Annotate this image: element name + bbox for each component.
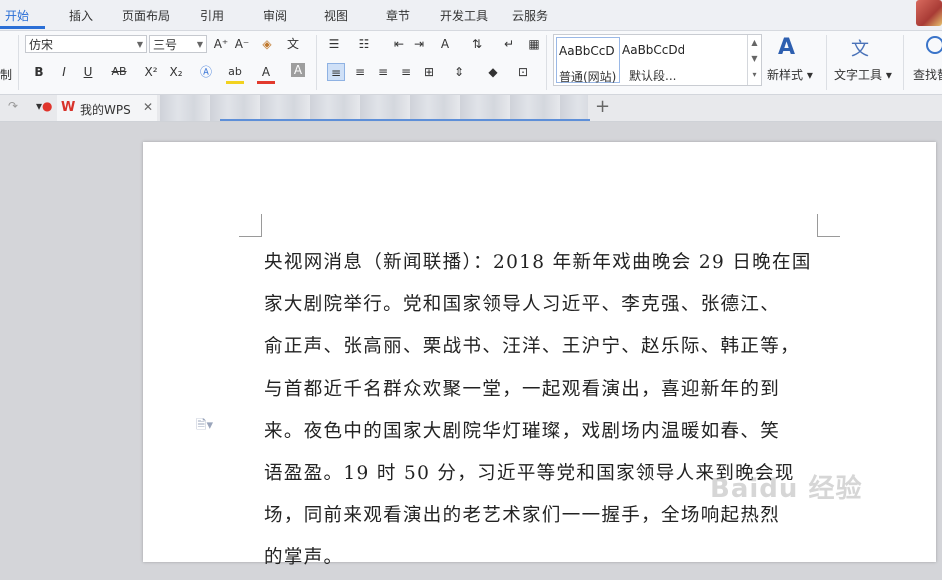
document-line: 央视网消息（新闻联播）：2018 年新年戏曲晚会 29 日晚在国 bbox=[264, 252, 812, 273]
table-icon[interactable]: ▦ bbox=[525, 35, 543, 53]
chevron-down-icon: ▼ bbox=[136, 40, 143, 49]
ribbon-toolbar: 制 仿宋 ▼ 三号 ▼ A⁺ A⁻ ◈ 文 B I U AB X² X₂ Ⓐ a… bbox=[0, 31, 942, 95]
document-body[interactable]: 央视网消息（新闻联播）：2018 年新年戏曲晚会 29 日晚在国 家大剧院举行。… bbox=[264, 242, 817, 580]
menu-tab-page-layout[interactable]: 页面布局 bbox=[122, 0, 170, 30]
redo-icon[interactable]: ↷ bbox=[8, 99, 18, 113]
distribute-icon[interactable]: ⊞ bbox=[420, 63, 438, 81]
align-right-icon[interactable]: ≡ bbox=[374, 63, 392, 81]
style-sample-text: AaBbCcDd bbox=[622, 43, 684, 57]
menu-tab-view[interactable]: 视图 bbox=[324, 0, 348, 30]
document-line: 与首都近千名群众欢聚一堂，一起观看演出，喜迎新年的到 bbox=[264, 378, 781, 400]
show-marks-icon[interactable]: ↵ bbox=[500, 35, 518, 53]
menu-tab-review[interactable]: 审阅 bbox=[263, 0, 287, 30]
style-name-text: 普通(网站) bbox=[559, 70, 617, 84]
chinese-layout-icon[interactable]: A bbox=[436, 35, 454, 53]
tab-my-wps[interactable]: W 我的WPS ✕ bbox=[57, 95, 157, 121]
clear-format-icon[interactable]: ◈ bbox=[258, 35, 276, 53]
document-line: 俞正声、张高丽、栗战书、汪洋、王沪宁、赵乐际、韩正等， bbox=[264, 336, 800, 358]
underline-button[interactable]: U bbox=[79, 63, 97, 81]
font-size-value: 三号 bbox=[153, 38, 178, 52]
find-icon[interactable] bbox=[926, 36, 942, 54]
menu-tab-developer[interactable]: 开发工具 bbox=[440, 0, 488, 30]
font-name-select[interactable]: 仿宋 ▼ bbox=[25, 35, 147, 53]
numbered-list-icon[interactable]: ☷ bbox=[355, 35, 373, 53]
decrease-indent-icon[interactable]: ⇤ bbox=[390, 35, 408, 53]
pinyin-icon[interactable]: 文 bbox=[284, 35, 302, 53]
margin-corner-marker bbox=[817, 214, 840, 237]
clipboard-label[interactable]: 制 bbox=[0, 66, 12, 83]
style-item-normal-web[interactable]: AaBbCcD 普通(网站) bbox=[556, 37, 620, 84]
menu-bar: 开始 插入 页面布局 引用 审阅 视图 章节 开发工具 云服务 bbox=[0, 0, 942, 31]
document-line: 来。夜色中的国家大剧院华灯璀璨，戏剧场内温暖如春、笑 bbox=[264, 420, 781, 442]
find-replace-button[interactable]: 查找替 bbox=[913, 66, 942, 83]
new-style-icon[interactable]: A bbox=[778, 35, 795, 60]
new-style-label: 新样式 bbox=[767, 68, 804, 82]
menu-tab-chapter[interactable]: 章节 bbox=[386, 0, 410, 30]
ribbon-separator bbox=[903, 35, 904, 90]
quick-access-icon[interactable]: ▾● bbox=[36, 99, 53, 113]
subscript-button[interactable]: X₂ bbox=[166, 63, 186, 81]
justify-icon[interactable]: ≡ bbox=[397, 63, 415, 81]
bullet-list-icon[interactable]: ☰ bbox=[325, 35, 343, 53]
margin-corner-marker bbox=[239, 214, 262, 237]
font-color-button[interactable]: A bbox=[257, 63, 275, 84]
align-center-icon[interactable]: ≡ bbox=[351, 63, 369, 81]
align-left-icon[interactable]: ≡ bbox=[327, 63, 345, 81]
font-name-value: 仿宋 bbox=[29, 38, 54, 52]
baidu-watermark: Baidu 经验 bbox=[710, 474, 863, 504]
user-avatar[interactable] bbox=[916, 0, 942, 26]
style-sample-text: AaBbCcD bbox=[559, 44, 615, 58]
ribbon-separator bbox=[546, 35, 547, 90]
font-size-select[interactable]: 三号 ▼ bbox=[149, 35, 207, 53]
ribbon-separator bbox=[316, 35, 317, 90]
shading-fill-icon[interactable]: ◆ bbox=[484, 63, 502, 81]
char-shading-button[interactable]: A bbox=[291, 63, 305, 77]
styles-gallery: AaBbCcD 普通(网站) AaBbCcDd 默认段... ▲ ▼ ▾ bbox=[553, 34, 762, 86]
italic-button[interactable]: I bbox=[55, 63, 73, 81]
active-document-tab[interactable] bbox=[160, 95, 588, 121]
ribbon-separator bbox=[826, 35, 827, 90]
ribbon-separator bbox=[18, 35, 19, 90]
menu-tab-insert[interactable]: 插入 bbox=[69, 0, 93, 30]
borders-icon[interactable]: ⊡ bbox=[514, 63, 532, 81]
superscript-button[interactable]: X² bbox=[141, 63, 161, 81]
new-tab-button[interactable]: + bbox=[595, 96, 610, 117]
style-name-text: 默认段... bbox=[629, 69, 677, 81]
document-line: 的掌声。 bbox=[264, 547, 344, 569]
paragraph-marker-icon[interactable]: 🗎▾ bbox=[196, 416, 213, 438]
active-tab-indicator bbox=[220, 119, 590, 121]
highlight-button[interactable]: ab bbox=[226, 63, 244, 84]
close-icon[interactable]: ✕ bbox=[143, 100, 153, 114]
line-spacing-icon[interactable]: ⇕ bbox=[450, 63, 468, 81]
text-tools-icon[interactable]: 文 bbox=[851, 35, 869, 61]
chevron-down-icon: ▼ bbox=[196, 40, 203, 49]
shrink-font-button[interactable]: A⁻ bbox=[233, 35, 251, 53]
increase-indent-icon[interactable]: ⇥ bbox=[410, 35, 428, 53]
text-tools-label: 文字工具 bbox=[834, 68, 883, 82]
bold-button[interactable]: B bbox=[30, 63, 48, 81]
tab-label: 我的WPS bbox=[80, 103, 131, 117]
wps-logo-icon: W bbox=[61, 100, 76, 115]
new-style-button[interactable]: 新样式 ▾ bbox=[767, 66, 813, 83]
document-line: 家大剧院举行。党和国家领导人习近平、李克强、张德江、 bbox=[264, 294, 781, 316]
menu-tab-cloud[interactable]: 云服务 bbox=[512, 0, 548, 30]
styles-scroll[interactable]: ▲ ▼ ▾ bbox=[747, 35, 761, 85]
text-effect-icon[interactable]: Ⓐ bbox=[197, 63, 215, 81]
sort-icon[interactable]: ⇅ bbox=[468, 35, 486, 53]
text-tools-button[interactable]: 文字工具 ▾ bbox=[834, 66, 892, 83]
grow-font-button[interactable]: A⁺ bbox=[212, 35, 230, 53]
menu-tab-references[interactable]: 引用 bbox=[200, 0, 224, 30]
strikethrough-button[interactable]: AB bbox=[108, 63, 130, 81]
style-item-default[interactable]: AaBbCcDd 默认段... bbox=[622, 37, 684, 81]
active-tab-indicator bbox=[0, 26, 45, 29]
